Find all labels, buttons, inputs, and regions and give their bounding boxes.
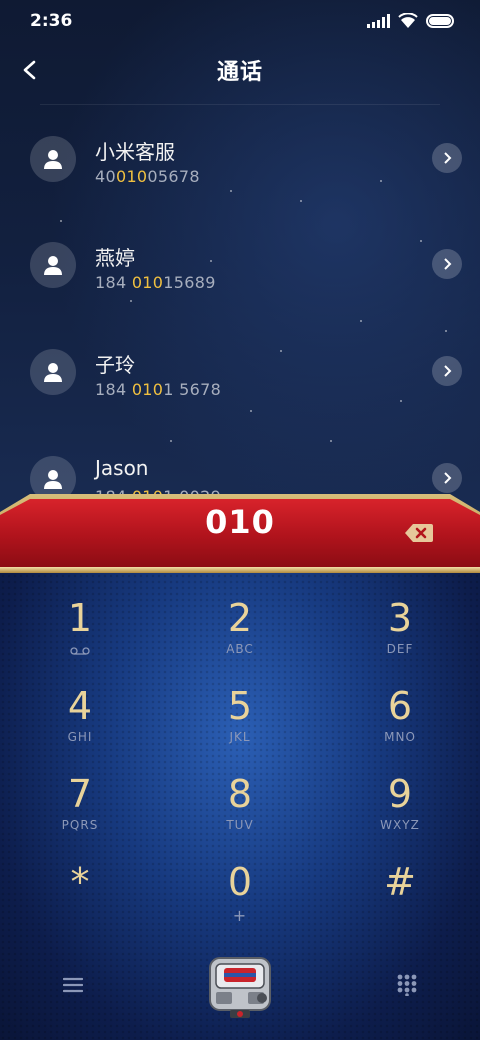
voicemail-icon: [70, 647, 90, 655]
key-digit: #: [384, 860, 416, 904]
key-9[interactable]: 9 WXYZ: [335, 772, 465, 852]
key-letters: PQRS: [61, 818, 99, 832]
contact-detail-button[interactable]: [432, 249, 462, 279]
list-item[interactable]: 子玲 184 0101 5678: [0, 325, 480, 425]
key-digit: 8: [227, 772, 253, 816]
key-digit: 4: [67, 684, 93, 728]
contact-name: 燕婷: [95, 246, 135, 270]
key-letters: MNO: [384, 730, 416, 744]
key-letters: WXYZ: [380, 818, 420, 832]
status-time: 2:36: [30, 11, 73, 31]
contact-detail-button[interactable]: [432, 463, 462, 493]
key-4[interactable]: 4 GHI: [15, 684, 145, 764]
key-digit: 5: [227, 684, 253, 728]
list-item[interactable]: 小米客服 4001005678: [0, 112, 480, 212]
dialpad-icon: [397, 974, 417, 996]
back-arrow-icon: [23, 60, 36, 80]
key-digit: 0: [227, 860, 253, 904]
contact-number: 184 0101 5678: [95, 380, 222, 399]
contact-number: 184 01015689: [95, 273, 216, 292]
chevron-right-icon: [444, 365, 452, 377]
status-bar: 2:36: [0, 0, 480, 42]
chevron-right-icon: [444, 152, 452, 164]
key-1[interactable]: 1: [15, 596, 145, 676]
key-digit: 2: [227, 596, 253, 640]
contact-detail-button[interactable]: [432, 356, 462, 386]
chevron-right-icon: [444, 472, 452, 484]
person-icon: [44, 256, 62, 275]
key-digit: 9: [387, 772, 413, 816]
person-icon: [44, 470, 62, 489]
key-digit: 7: [67, 772, 93, 816]
avatar: [30, 136, 76, 182]
key-digit: 1: [67, 596, 93, 640]
key-letters: DEF: [386, 642, 414, 656]
key-8[interactable]: 8 TUV: [175, 772, 305, 852]
person-icon: [44, 150, 62, 169]
wifi-icon: [398, 13, 418, 28]
avatar: [30, 349, 76, 395]
key-5[interactable]: 5 JKL: [175, 684, 305, 764]
key-3[interactable]: 3 DEF: [335, 596, 465, 676]
key-digit: 3: [387, 596, 413, 640]
contact-name: 小米客服: [95, 140, 175, 164]
key-letters: +: [232, 906, 248, 925]
list-item[interactable]: 燕婷 184 01015689: [0, 218, 480, 318]
back-button[interactable]: [10, 50, 50, 90]
call-icon: [209, 957, 271, 1018]
dialpad-toggle-button[interactable]: [382, 960, 432, 1010]
contact-detail-button[interactable]: [432, 143, 462, 173]
page-title: 通话: [216, 60, 263, 85]
call-button[interactable]: [204, 950, 276, 1022]
chevron-right-icon: [444, 258, 452, 270]
key-2[interactable]: 2 ABC: [175, 596, 305, 676]
signal-icon: [367, 14, 390, 28]
header-divider: [40, 104, 440, 105]
key-letters: GHI: [67, 730, 93, 744]
backspace-icon[interactable]: [404, 522, 434, 544]
battery-icon: [426, 14, 454, 28]
key-digit: 6: [387, 684, 413, 728]
key-7[interactable]: 7 PQRS: [15, 772, 145, 852]
avatar: [30, 242, 76, 288]
key-letters: JKL: [229, 730, 251, 744]
menu-button[interactable]: [48, 960, 98, 1010]
key-letters: ABC: [226, 642, 254, 656]
header: 通话: [0, 44, 480, 96]
key-star[interactable]: *: [15, 860, 145, 940]
status-icons: [367, 13, 454, 29]
contact-name: Jason: [95, 456, 149, 480]
key-0[interactable]: 0 +: [175, 860, 305, 940]
key-digit: *: [70, 860, 90, 904]
contact-number: 4001005678: [95, 167, 200, 186]
key-letters: TUV: [226, 818, 254, 832]
contact-name: 子玲: [95, 353, 135, 377]
key-hash[interactable]: #: [335, 860, 465, 940]
key-6[interactable]: 6 MNO: [335, 684, 465, 764]
menu-icon: [63, 977, 83, 993]
person-icon: [44, 363, 62, 382]
